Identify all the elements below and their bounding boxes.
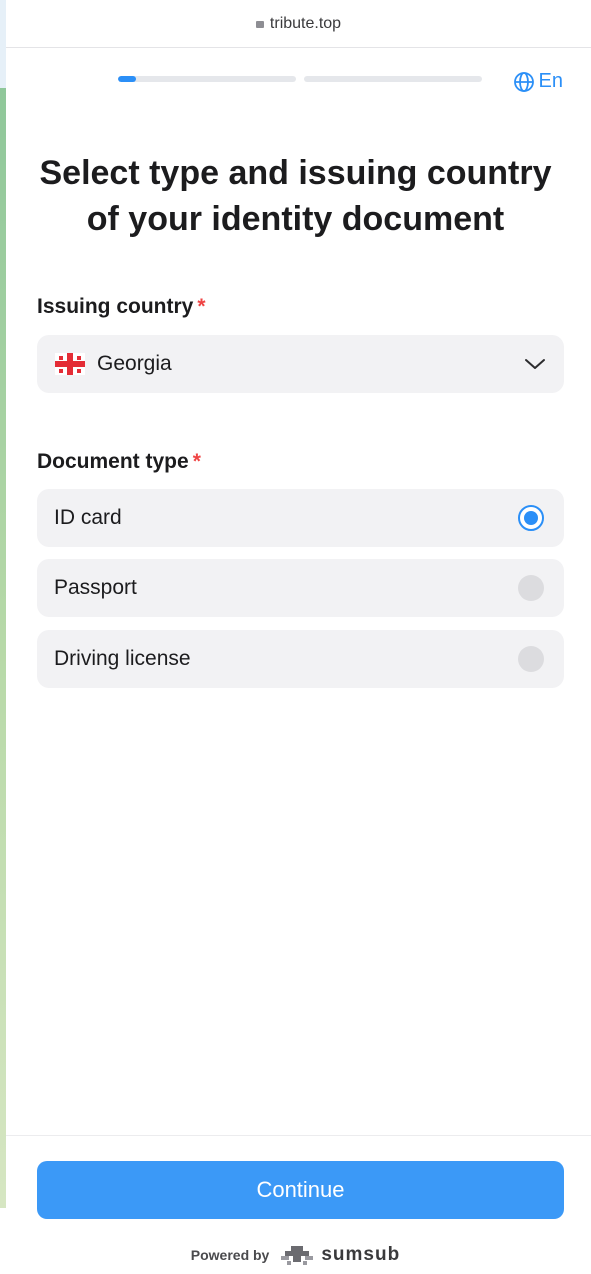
country-value: Georgia <box>97 352 172 375</box>
powered-by: Powered by sumsub <box>190 1244 401 1265</box>
progress-step-2 <box>304 76 482 82</box>
chevron-down-icon <box>525 359 545 369</box>
lock-icon <box>255 21 264 28</box>
language-selector[interactable]: En <box>513 70 563 93</box>
browser-url-bar[interactable]: tribute.top <box>6 0 591 48</box>
option-passport[interactable]: Passport <box>37 559 564 617</box>
document-type-label: Document type * <box>37 450 201 473</box>
progress-step-1 <box>118 76 296 82</box>
required-mark: * <box>197 295 206 318</box>
issuing-country-label: Issuing country * <box>37 295 206 318</box>
sumsub-logo-icon <box>281 1246 314 1265</box>
footer-divider <box>6 1135 591 1136</box>
url-text: tribute.top <box>269 14 342 32</box>
globe-icon <box>513 71 534 92</box>
radio-selected[interactable] <box>518 505 544 531</box>
radio-unselected[interactable] <box>518 575 544 601</box>
option-driving-license[interactable]: Driving license <box>37 630 564 688</box>
continue-button[interactable]: Continue <box>37 1161 564 1219</box>
background-app-edge <box>0 88 6 1208</box>
option-id-card[interactable]: ID card <box>37 489 564 547</box>
page-title: Select type and issuing country of your … <box>39 154 552 238</box>
required-mark: * <box>192 450 201 473</box>
georgia-flag-icon <box>55 353 85 375</box>
language-label: En <box>538 70 563 92</box>
country-select[interactable]: Georgia <box>37 335 564 393</box>
radio-unselected[interactable] <box>518 646 544 672</box>
step-progress <box>118 76 482 82</box>
